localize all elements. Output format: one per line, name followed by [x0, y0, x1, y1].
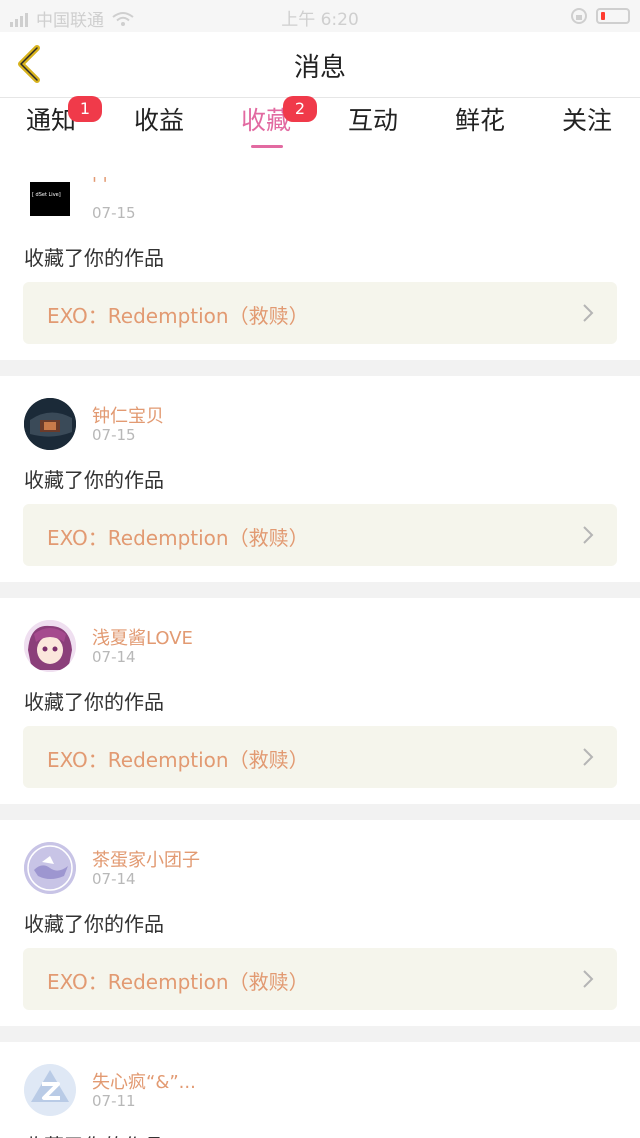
- tab-following[interactable]: 关注: [542, 104, 632, 150]
- tab-badge: 2: [283, 96, 317, 122]
- avatar[interactable]: [24, 398, 76, 450]
- status-bar: 中国联通 上午 6:20: [0, 0, 640, 32]
- tab-label: 鲜花: [454, 106, 505, 135]
- avatar-image: [24, 1064, 76, 1116]
- tab-earnings[interactable]: 收益: [114, 104, 204, 150]
- avatar[interactable]: [24, 1064, 76, 1116]
- avatar-text: [ dSet Live]: [32, 192, 61, 198]
- chevron-right-icon: [583, 748, 594, 766]
- battery-icon: [596, 8, 630, 24]
- status-right: [570, 7, 630, 25]
- work-title: EXO：Redemption（救赎）: [47, 526, 309, 550]
- nav-header: 消息: [0, 32, 640, 98]
- chevron-right-icon: [583, 526, 594, 544]
- tab-label: 关注: [561, 106, 612, 135]
- username[interactable]: 茶蛋家小团子: [92, 846, 200, 872]
- action-text: 收藏了你的作品: [24, 468, 164, 492]
- list-item: 钟仁宝贝 07-15 收藏了你的作品 EXO：Redemption（救赎）: [0, 376, 640, 582]
- list-item: [ dSet Live] ' ' 07-15 收藏了你的作品 EXO：Redem…: [0, 156, 640, 360]
- page-title: 消息: [293, 53, 346, 83]
- date: 07-15: [92, 426, 136, 444]
- tab-label: 收益: [133, 106, 184, 135]
- status-time: 上午 6:20: [281, 10, 359, 30]
- chevron-right-icon: [583, 970, 594, 988]
- work-title: EXO：Redemption（救赎）: [47, 748, 309, 772]
- tab-flowers[interactable]: 鲜花: [435, 104, 525, 150]
- username[interactable]: 浅夏酱LOVE: [92, 624, 193, 650]
- active-tab-indicator: [251, 145, 283, 148]
- tab-badge: 1: [68, 96, 102, 122]
- list-item: 失心疯“&”... 07-11 收藏了你的作品: [0, 1042, 640, 1138]
- action-text: 收藏了你的作品: [24, 912, 164, 936]
- avatar[interactable]: [24, 842, 76, 894]
- date: 07-14: [92, 648, 136, 666]
- action-text: 收藏了你的作品: [24, 1130, 164, 1138]
- username[interactable]: 失心疯“&”...: [92, 1068, 196, 1094]
- work-link[interactable]: EXO：Redemption（救赎）: [23, 726, 617, 788]
- favorites-feed: [ dSet Live] ' ' 07-15 收藏了你的作品 EXO：Redem…: [0, 156, 640, 1138]
- avatar[interactable]: [ dSet Live]: [30, 182, 70, 216]
- date: 07-11: [92, 1092, 136, 1110]
- tab-notifications[interactable]: 通知 1: [6, 96, 102, 150]
- username[interactable]: ' ': [92, 174, 108, 195]
- orientation-lock-icon: [571, 8, 587, 24]
- username[interactable]: 钟仁宝贝: [92, 402, 164, 428]
- avatar-image: [24, 398, 76, 450]
- tab-label: 互动: [347, 106, 398, 135]
- date: 07-15: [92, 204, 136, 222]
- tab-interactions[interactable]: 互动: [328, 104, 418, 150]
- tab-bar: 通知 1 收益 收藏 2 互动 鲜花 关注: [0, 96, 640, 156]
- tab-favorites[interactable]: 收藏 2: [221, 96, 317, 150]
- list-item: 浅夏酱LOVE 07-14 收藏了你的作品 EXO：Redemption（救赎）: [0, 598, 640, 804]
- avatar-image: [24, 842, 76, 894]
- action-text: 收藏了你的作品: [24, 246, 164, 270]
- work-title: EXO：Redemption（救赎）: [47, 970, 309, 994]
- action-text: 收藏了你的作品: [24, 690, 164, 714]
- work-link[interactable]: EXO：Redemption（救赎）: [23, 282, 617, 344]
- list-item: 茶蛋家小团子 07-14 收藏了你的作品 EXO：Redemption（救赎）: [0, 820, 640, 1026]
- date: 07-14: [92, 870, 136, 888]
- work-link[interactable]: EXO：Redemption（救赎）: [23, 948, 617, 1010]
- work-title: EXO：Redemption（救赎）: [47, 304, 309, 328]
- avatar-image: [24, 620, 76, 672]
- work-link[interactable]: EXO：Redemption（救赎）: [23, 504, 617, 566]
- chevron-right-icon: [583, 304, 594, 322]
- avatar[interactable]: [24, 620, 76, 672]
